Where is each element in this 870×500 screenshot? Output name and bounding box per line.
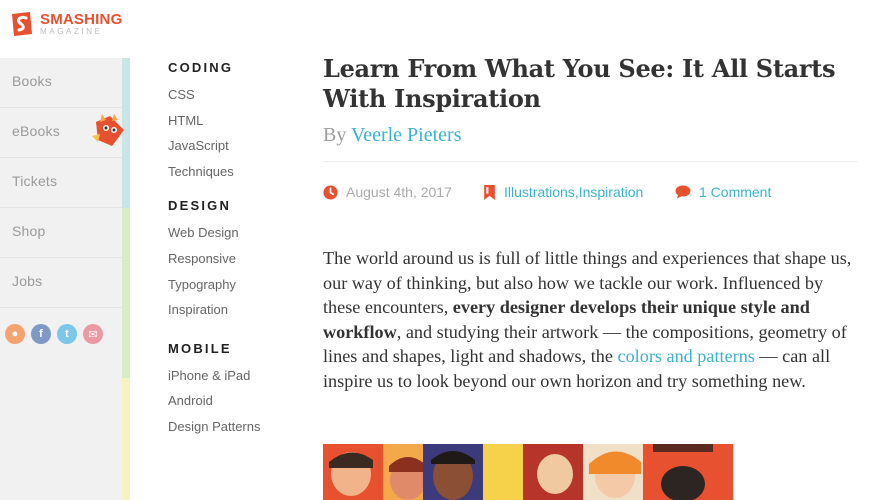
logo-name: SMASHING	[40, 11, 123, 28]
facebook-icon[interactable]: f	[31, 324, 51, 344]
article-title-line1: Learn From What You See: It All Starts	[323, 54, 836, 83]
category-link-web-design[interactable]: Web Design	[168, 220, 298, 246]
publish-date-text: August 4th, 2017	[346, 184, 452, 200]
author-link[interactable]: Veerle Pieters	[351, 124, 462, 146]
mascot-cat-icon	[92, 114, 124, 146]
category-nav: CODING CSS HTML JavaScript Techniques DE…	[168, 60, 298, 454]
category-link-iphone-ipad[interactable]: iPhone & iPad	[168, 363, 298, 389]
colors-and-patterns-link[interactable]: colors and patterns	[618, 346, 755, 366]
logo-sub: MAGAZINE	[40, 27, 103, 36]
category-link-android[interactable]: Android	[168, 388, 298, 414]
rail-item-label: Books	[12, 73, 52, 89]
rail-item-label: eBooks	[12, 123, 60, 139]
article-title-line2: With Inspiration	[323, 84, 541, 113]
twitter-icon[interactable]: t	[57, 324, 77, 344]
article-title: Learn From What You See: It All Starts W…	[323, 54, 858, 114]
article-tags: Illustrations, Inspiration	[483, 184, 675, 200]
left-rail: SMASHING MAGAZINE Books eBooks Tickets S…	[0, 0, 130, 500]
category-heading: DESIGN	[168, 198, 232, 214]
category-link-inspiration[interactable]: Inspiration	[168, 297, 298, 323]
tag-link-inspiration[interactable]: Inspiration	[579, 184, 644, 200]
rail-item-label: Shop	[12, 223, 46, 239]
comments-link[interactable]: 1 Comment	[675, 184, 771, 200]
rail-item-label: Jobs	[12, 273, 43, 289]
rail-item-label: Tickets	[12, 173, 58, 189]
speech-bubble-icon	[675, 185, 691, 199]
rail-item-jobs[interactable]: Jobs	[0, 258, 122, 308]
clock-icon	[323, 184, 338, 200]
category-heading: MOBILE	[168, 340, 232, 356]
category-group-mobile: MOBILE iPhone & iPad Android Design Patt…	[168, 341, 298, 440]
category-group-coding: CODING CSS HTML JavaScript Techniques	[168, 60, 298, 184]
comments-count: 1 Comment	[699, 184, 772, 200]
rail-item-books[interactable]: Books	[0, 58, 122, 108]
hero-illustration	[323, 444, 733, 500]
category-link-responsive[interactable]: Responsive	[168, 246, 298, 272]
byline: By Veerle Pieters	[323, 124, 858, 147]
rail-item-tickets[interactable]: Tickets	[0, 158, 122, 208]
category-link-javascript[interactable]: JavaScript	[168, 133, 298, 159]
article-meta: August 4th, 2017 Illustrations, Inspirat…	[323, 182, 858, 202]
smashing-logo[interactable]: SMASHING MAGAZINE	[8, 10, 122, 38]
bookmark-icon	[484, 184, 495, 200]
email-icon[interactable]: ✉	[83, 324, 103, 344]
category-link-design-patterns[interactable]: Design Patterns	[168, 414, 298, 440]
publish-date: August 4th, 2017	[323, 184, 483, 200]
rail-item-shop[interactable]: Shop	[0, 208, 122, 258]
category-link-css[interactable]: CSS	[168, 82, 298, 108]
article: Learn From What You See: It All Starts W…	[323, 54, 858, 394]
category-link-html[interactable]: HTML	[168, 108, 298, 134]
category-link-typography[interactable]: Typography	[168, 272, 298, 298]
article-intro: The world around us is full of little th…	[323, 246, 863, 394]
social-links: ● f t ✉	[5, 324, 103, 344]
divider	[323, 161, 858, 162]
tag-link-illustrations[interactable]: Illustrations	[504, 184, 575, 200]
category-heading: CODING	[168, 60, 234, 75]
smashing-logo-icon	[12, 12, 32, 36]
category-link-techniques[interactable]: Techniques	[168, 159, 298, 185]
category-group-design: DESIGN Web Design Responsive Typography …	[168, 198, 298, 322]
byline-prefix: By	[323, 124, 347, 146]
rss-icon[interactable]: ●	[5, 324, 25, 344]
